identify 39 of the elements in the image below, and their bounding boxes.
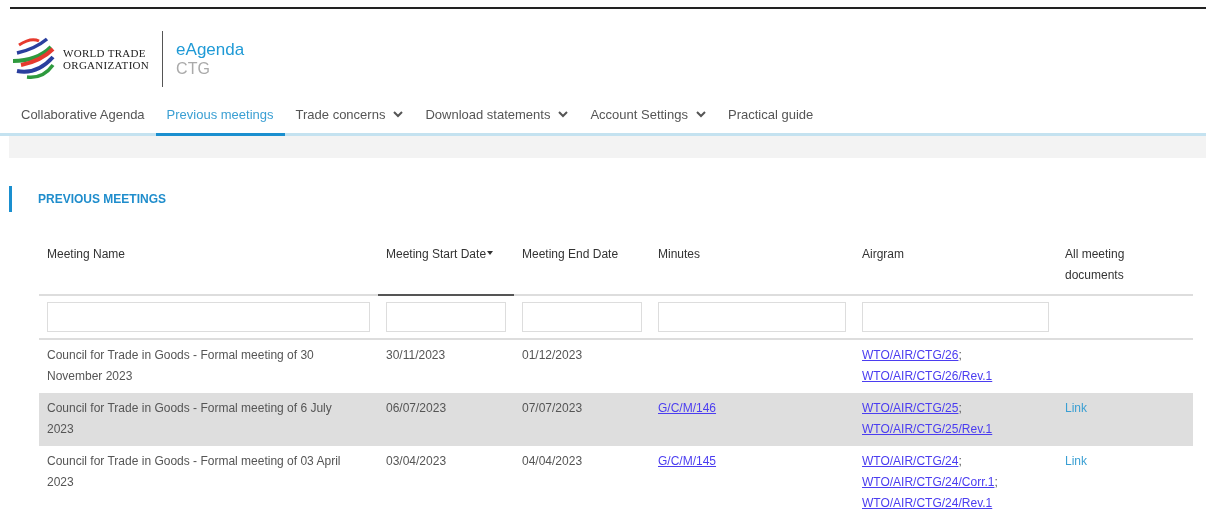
separator-text: ; bbox=[958, 454, 962, 468]
column-header[interactable]: All meeting documents bbox=[1057, 238, 1193, 295]
airgram-link[interactable]: WTO/AIR/CTG/26/Rev.1 bbox=[862, 369, 993, 383]
nav-tab[interactable]: Account Settings bbox=[579, 101, 717, 136]
nav-tab[interactable]: Practical guide bbox=[716, 101, 825, 136]
separator-text: ; bbox=[958, 348, 962, 362]
table-cell: 07/07/2023 bbox=[522, 401, 583, 415]
airgram-link[interactable]: WTO/AIR/CTG/25/Rev.1 bbox=[862, 422, 993, 436]
column-header[interactable]: Meeting Start Date bbox=[378, 238, 514, 295]
table-cell-text: Council for Trade in Goods - Formal meeting of 30 November 2023 bbox=[47, 347, 315, 385]
column-header[interactable]: Meeting End Date bbox=[514, 238, 650, 295]
table-cell: 04/04/2023 bbox=[522, 454, 583, 468]
filter-field[interactable] bbox=[658, 302, 846, 332]
table-cell-text: Council for Trade in Goods - Formal meeting of 6 July 2023 bbox=[47, 400, 333, 438]
table-cell: 01/12/2023 bbox=[522, 348, 583, 362]
filter-field[interactable] bbox=[47, 302, 370, 332]
separator-text: ; bbox=[958, 401, 962, 415]
airgram-link[interactable]: WTO/AIR/CTG/24/Rev.1 bbox=[862, 496, 993, 510]
filter-field[interactable] bbox=[522, 302, 642, 332]
separator-text: ; bbox=[994, 475, 998, 489]
section-title: PREVIOUS MEETINGS bbox=[38, 192, 167, 206]
column-header[interactable]: Airgram bbox=[854, 238, 1057, 295]
column-header[interactable]: Meeting Name bbox=[39, 238, 378, 295]
filter-field[interactable] bbox=[862, 302, 1049, 332]
table-cell-text: Council for Trade in Goods - Formal meeting of 03 April 2023 bbox=[47, 453, 342, 491]
nav-tab[interactable]: Trade concerns bbox=[284, 101, 415, 136]
table-cell: 30/11/2023 bbox=[386, 348, 446, 362]
minutes-link[interactable]: G/C/M/145 bbox=[658, 454, 717, 468]
nav-tab[interactable]: Download statements bbox=[414, 101, 580, 136]
minutes-link[interactable]: G/C/M/146 bbox=[658, 401, 717, 415]
table-cell: 03/04/2023 bbox=[386, 454, 447, 468]
sort-down-icon bbox=[487, 251, 494, 255]
app-subtitle: CTG bbox=[176, 60, 211, 78]
organization-name: WORLD TRADE ORGANIZATION bbox=[63, 47, 150, 71]
app-name: eAgenda bbox=[176, 40, 245, 60]
filter-field[interactable] bbox=[386, 302, 506, 332]
column-header[interactable]: Minutes bbox=[650, 238, 854, 295]
table-cell: 06/07/2023 bbox=[386, 401, 447, 415]
nav-tab[interactable]: Collaborative Agenda bbox=[10, 101, 156, 136]
